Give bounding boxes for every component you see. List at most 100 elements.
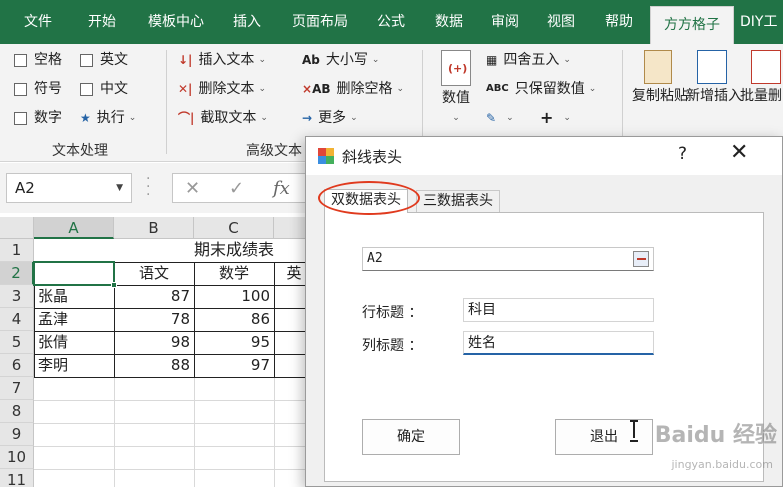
score-cell[interactable]: 87 (114, 285, 194, 308)
row-header-8[interactable]: 8 (0, 400, 34, 423)
ribbon-tab-bar: 文件 开始 模板中心 插入 页面布局 公式 数据 审阅 视图 帮助 方方格子 D… (0, 0, 783, 44)
chevron-down-icon[interactable]: ▼ (116, 174, 123, 202)
group-label-text-processing: 文本处理 (52, 143, 108, 159)
cell-reference-input[interactable]: A2 (362, 247, 654, 271)
checkbox-number[interactable]: 数字 (14, 107, 62, 129)
range-picker-icon[interactable] (633, 251, 649, 267)
checkbox-symbol[interactable]: 符号 (14, 78, 62, 100)
text-cursor-icon (630, 420, 638, 442)
tab-file[interactable]: 文件 (12, 0, 64, 44)
score-cell[interactable]: 86 (194, 308, 274, 331)
dialog-title: 斜线表头 (342, 148, 403, 166)
tab-template-center[interactable]: 模板中心 (138, 0, 214, 44)
score-cell[interactable]: 95 (194, 331, 274, 354)
watermark-brand: Baidu 经验 (654, 423, 777, 448)
dialog-titlebar[interactable]: 斜线表头 ? ✕ (306, 137, 782, 175)
tab-home[interactable]: 开始 (76, 0, 128, 44)
add-insert-button[interactable]: 新增插入 (686, 50, 742, 106)
delete-text-button[interactable]: ✕| 删除文本 ⌄ (178, 78, 266, 100)
tab-formulas[interactable]: 公式 (366, 0, 416, 44)
name-box[interactable]: A2 ▼ (6, 173, 132, 203)
row-header-11[interactable]: 11 (0, 469, 34, 487)
checkbox-box[interactable] (14, 82, 27, 96)
tab-data[interactable]: 数据 (424, 0, 474, 44)
insert-text-button[interactable]: ↓| 插入文本 ⌄ (178, 49, 266, 71)
score-cell[interactable]: 97 (194, 354, 274, 377)
row-header-3[interactable]: 3 (0, 285, 34, 308)
gridline (34, 400, 334, 401)
close-icon[interactable]: ✕ (730, 140, 748, 165)
row-header-2[interactable]: 2 (0, 262, 34, 285)
numeric-button[interactable]: (+) 数值 ⌄ (434, 50, 478, 128)
fill-handle[interactable] (111, 282, 117, 288)
checkbox-english[interactable]: 英文 (80, 49, 128, 71)
checkbox-box[interactable] (14, 53, 27, 67)
name-cell[interactable]: 张倩 (34, 331, 114, 354)
tab-diy-tools[interactable]: DIY工 (740, 0, 783, 44)
keep-numbers-button[interactable]: ABC 只保留数值 ⌄ (486, 78, 596, 100)
formula-bar-grip-icon[interactable]: · · · (146, 172, 150, 202)
active-cell-a2[interactable] (33, 261, 115, 286)
copy-paste-button[interactable]: 复制粘贴 (632, 50, 688, 106)
batch-delete-button[interactable]: 批量删除 (740, 50, 783, 106)
add-button[interactable]: + ⌄ (540, 107, 571, 129)
score-cell[interactable]: 100 (194, 285, 274, 308)
row-header-7[interactable]: 7 (0, 377, 34, 400)
table-header-cell[interactable]: 语文 (114, 262, 194, 285)
checkbox-box[interactable] (80, 53, 93, 67)
copy-paste-label: 复制粘贴 (632, 88, 688, 104)
checkbox-chinese[interactable]: 中文 (80, 78, 128, 100)
tab-fangfang-gezi[interactable]: 方方格子 (650, 6, 734, 44)
execute-button[interactable]: ★ 执行 ⌄ (80, 107, 136, 129)
tab-review[interactable]: 审阅 (480, 0, 530, 44)
watermark-url: jingyan.baidu.com (671, 458, 773, 471)
tab-help[interactable]: 帮助 (594, 0, 644, 44)
help-icon[interactable]: ? (678, 144, 687, 164)
round-button[interactable]: ▦ 四舍五入 ⌄ (486, 49, 571, 71)
row-header-9[interactable]: 9 (0, 423, 34, 446)
gridline (34, 469, 334, 470)
case-button[interactable]: Ab 大小写 ⌄ (302, 49, 379, 71)
tab-view[interactable]: 视图 (536, 0, 586, 44)
delete-rows-icon (751, 50, 781, 84)
row-header-10[interactable]: 10 (0, 446, 34, 469)
cancel-icon[interactable]: ✕ (185, 178, 200, 199)
row-header-5[interactable]: 5 (0, 331, 34, 354)
select-all-corner[interactable] (0, 217, 34, 239)
score-cell[interactable]: 78 (114, 308, 194, 331)
checkbox-label: 英文 (100, 52, 128, 68)
table-header-cell[interactable]: 数学 (194, 262, 274, 285)
confirm-icon[interactable]: ✓ (229, 178, 244, 199)
name-cell[interactable]: 张晶 (34, 285, 114, 308)
tab-triple-header[interactable]: 三数据表头 (416, 190, 500, 212)
column-header-c[interactable]: C (194, 217, 274, 239)
row-header-6[interactable]: 6 (0, 354, 34, 377)
name-cell[interactable]: 孟津 (34, 308, 114, 331)
checkbox-box[interactable] (14, 111, 27, 125)
row-header-1[interactable]: 1 (0, 239, 34, 262)
column-header-a[interactable]: A (34, 217, 114, 239)
row-title-label: 行标题 ： (362, 305, 423, 321)
col-title-label: 列标题 ： (362, 338, 423, 354)
exit-button[interactable]: 退出 (555, 419, 653, 455)
more-button[interactable]: → 更多 ⌄ (302, 107, 358, 129)
score-cell[interactable]: 88 (114, 354, 194, 377)
chevron-down-icon: ⌄ (563, 55, 571, 65)
score-cell[interactable]: 98 (114, 331, 194, 354)
remove-spaces-button[interactable]: ×AB 删除空格 ⌄ (302, 78, 404, 100)
checkbox-space[interactable]: 空格 (14, 49, 62, 71)
checkbox-label: 符号 (34, 81, 62, 97)
ok-button[interactable]: 确定 (362, 419, 460, 455)
checkbox-box[interactable] (80, 82, 93, 96)
tab-page-layout[interactable]: 页面布局 (280, 0, 360, 44)
fx-icon[interactable]: fx (273, 178, 290, 199)
column-header-b[interactable]: B (114, 217, 194, 239)
col-title-input[interactable]: 姓名 (463, 331, 654, 355)
tab-insert[interactable]: 插入 (222, 0, 272, 44)
name-cell[interactable]: 李明 (34, 354, 114, 377)
extract-text-button[interactable]: ⌒| 截取文本 ⌄ (178, 107, 268, 129)
row-header-4[interactable]: 4 (0, 308, 34, 331)
edit-cell-button[interactable]: ✎ ⌄ (486, 107, 514, 129)
row-title-input[interactable]: 科目 (463, 298, 654, 322)
remove-spaces-icon: ×AB (302, 82, 331, 96)
